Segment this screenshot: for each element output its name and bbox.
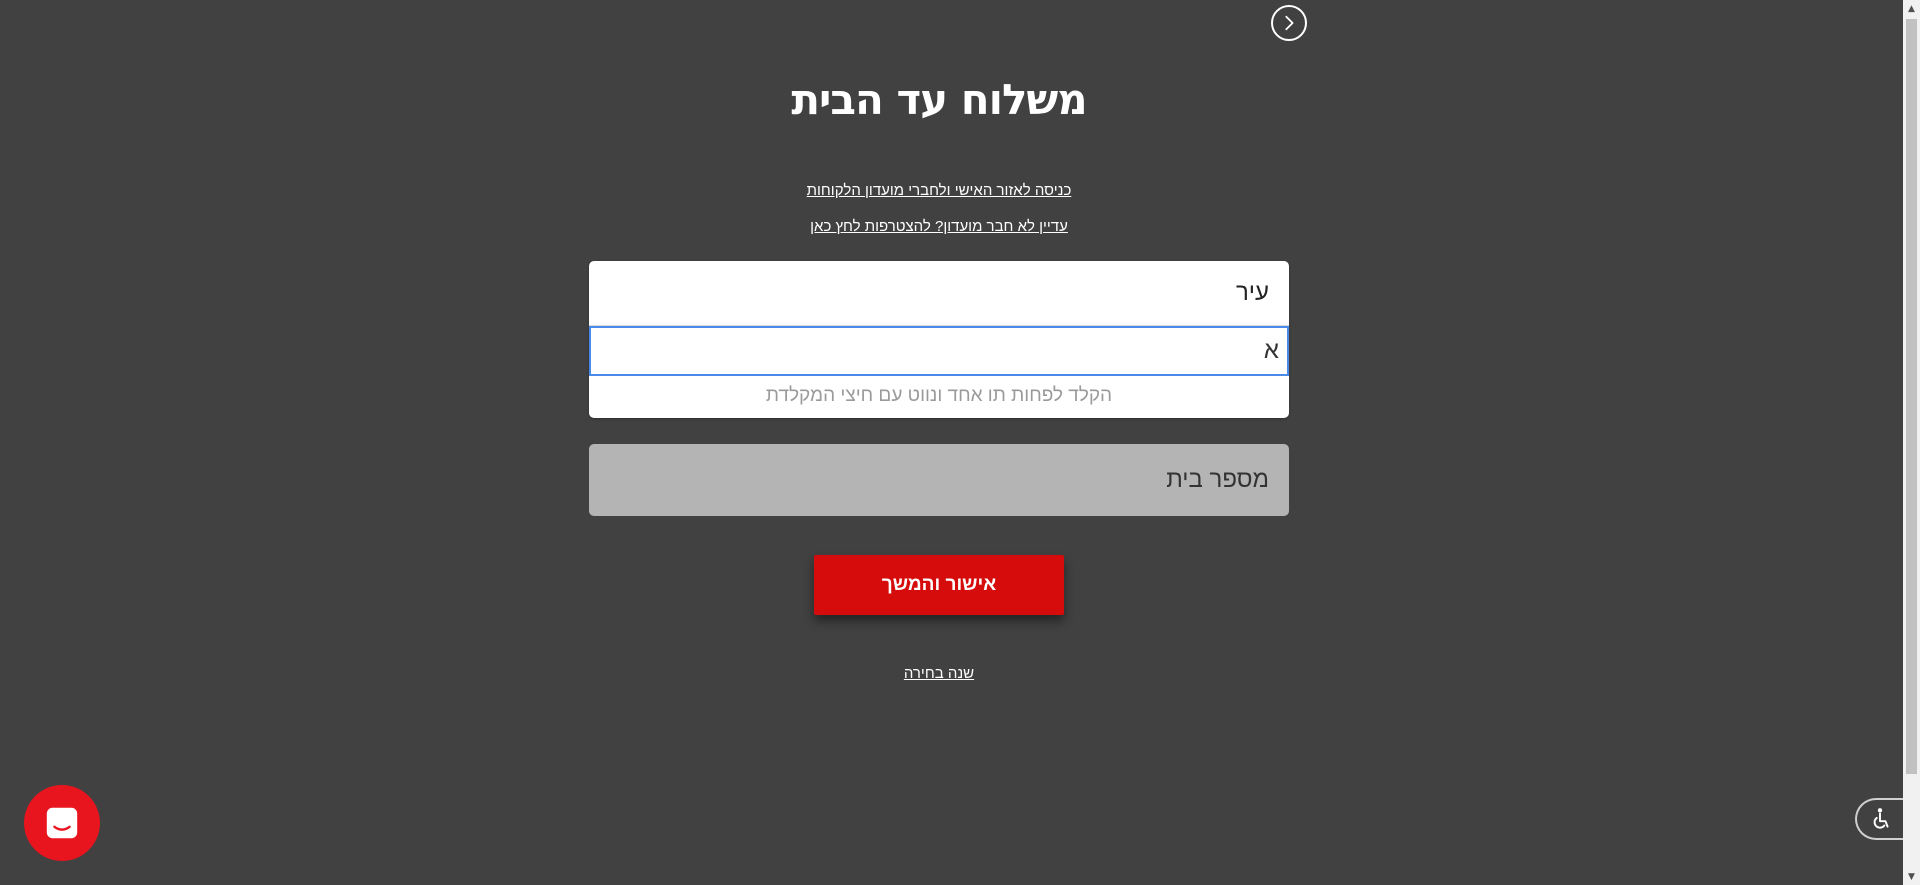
wheelchair-icon [1873,808,1889,829]
accessibility-button[interactable] [1855,798,1903,840]
scroll-up-arrow[interactable]: ▲ [1903,0,1920,17]
change-selection-link[interactable]: שנה בחירה [0,665,1878,682]
city-hint: הקלד לפחות תו אחד ונווט עם חיצי המקלדת [765,385,1113,406]
city-input[interactable] [589,326,1289,376]
vertical-scrollbar[interactable]: ▲ ▼ [1903,0,1920,885]
scroll-down-arrow[interactable]: ▼ [1903,868,1920,885]
chat-icon [46,807,78,839]
join-club-link[interactable]: עדיין לא חבר מועדון? להצטרפות לחץ כאן [0,218,1878,235]
house-number-field[interactable]: מספר בית [589,444,1289,516]
page-title: משלוח עד הבית [791,75,1087,124]
back-button[interactable] [1271,5,1307,41]
confirm-button[interactable]: אישור והמשך [814,555,1064,615]
city-label: עיר [589,261,1289,326]
chevron-right-icon [1285,15,1294,31]
city-dropdown: עיר הקלד לפחות תו אחד ונווט עם חיצי המקל… [589,261,1289,418]
scrollbar-thumb[interactable] [1906,19,1917,774]
login-link[interactable]: כניסה לאזור האישי ולחברי מועדון הלקוחות [0,182,1878,199]
chat-launcher-button[interactable] [24,785,100,861]
address-form: עיר הקלד לפחות תו אחד ונווט עם חיצי המקל… [589,261,1289,516]
